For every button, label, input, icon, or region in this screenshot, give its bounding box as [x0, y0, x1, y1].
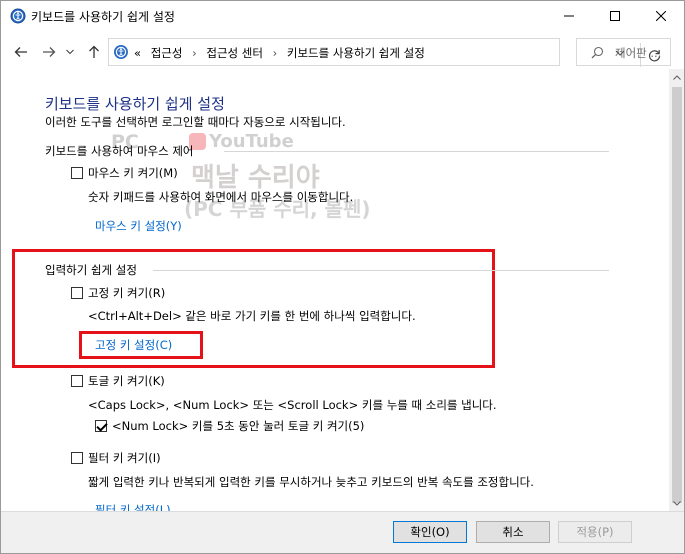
section-heading-mouse: 키보드를 사용하여 마우스 제어: [45, 144, 194, 158]
arrow-up-icon: [89, 45, 99, 58]
toggle-keys-checkbox[interactable]: [71, 375, 83, 387]
search-placeholder: 제어판 ...: [615, 46, 662, 60]
sticky-keys-settings-link[interactable]: 고정 키 설정(C): [95, 337, 172, 353]
arrow-left-icon: [14, 47, 27, 57]
chevron-down-icon: [66, 49, 74, 55]
back-button[interactable]: [10, 40, 32, 64]
apply-button[interactable]: 적용(P): [558, 521, 632, 543]
breadcrumb-overflow[interactable]: «: [134, 46, 141, 60]
mouse-keys-label[interactable]: 마우스 키 켜기(M): [88, 165, 178, 181]
ease-of-access-icon: [10, 8, 26, 24]
vertical-scrollbar[interactable]: [669, 69, 684, 511]
minimize-icon: [564, 15, 574, 17]
breadcrumb-item[interactable]: 접근성: [151, 46, 183, 60]
forward-button[interactable]: [38, 40, 60, 64]
num-lock-toggle-label[interactable]: <Num Lock> 키를 5초 동안 눌러 토글 키 켜기(5): [112, 418, 364, 434]
page-title: 키보드를 사용하기 쉽게 설정: [45, 95, 225, 113]
filter-keys-label[interactable]: 필터 키 켜기(I): [88, 450, 161, 466]
title-bar: 키보드를 사용하기 쉽게 설정: [1, 1, 684, 31]
filter-keys-settings-link[interactable]: 필터 키 설정(L): [95, 502, 171, 511]
breadcrumb: « 접근성 › 접근성 센터 › 키보드를 사용하기 쉽게 설정: [134, 45, 431, 61]
minimize-button[interactable]: [546, 1, 592, 31]
cancel-button[interactable]: 취소: [476, 521, 550, 543]
toggle-keys-label[interactable]: 토글 키 켜기(K): [88, 373, 165, 389]
recent-locations-button[interactable]: [63, 40, 77, 64]
filter-keys-description: 짧게 입력한 키나 반복되게 입력한 키를 무시하거나 늦추고 키보드의 반복 …: [88, 475, 534, 489]
scroll-up-button[interactable]: [669, 69, 684, 85]
toggle-keys-description: <Caps Lock>, <Num Lock> 또는 <Scroll Lock>…: [88, 398, 497, 412]
main-content: 키보드를 사용하기 쉽게 설정 이러한 도구를 선택하면 로그인할 때마다 자동…: [1, 81, 669, 511]
breadcrumb-item[interactable]: 접근성 센터: [206, 46, 263, 60]
search-icon: [591, 46, 604, 59]
maximize-icon: [610, 11, 620, 21]
filter-keys-checkbox[interactable]: [71, 452, 83, 464]
sticky-keys-label[interactable]: 고정 키 켜기(R): [88, 285, 165, 301]
sticky-keys-checkbox[interactable]: [71, 287, 83, 299]
address-bar[interactable]: « 접근성 › 접근성 센터 › 키보드를 사용하기 쉽게 설정: [108, 38, 660, 67]
navigation-bar: « 접근성 › 접근성 센터 › 키보드를 사용하기 쉽게 설정 제어판 ...: [1, 35, 684, 69]
close-icon: [656, 11, 666, 21]
breadcrumb-item[interactable]: 키보드를 사용하기 쉽게 설정: [287, 46, 425, 60]
chevron-right-icon[interactable]: ›: [192, 46, 197, 60]
section-heading-typing: 입력하기 쉽게 설정: [45, 263, 137, 277]
dialog-footer: 확인(O) 취소 적용(P): [1, 511, 684, 553]
window-title: 키보드를 사용하기 쉽게 설정: [31, 10, 175, 24]
section-divider: [224, 151, 609, 152]
watermark-youtube: YouTube: [209, 131, 294, 152]
up-button[interactable]: [83, 40, 105, 64]
section-divider: [153, 270, 609, 271]
mouse-keys-settings-link[interactable]: 마우스 키 설정(Y): [95, 218, 182, 234]
ok-button[interactable]: 확인(O): [393, 521, 467, 543]
mouse-keys-description: 숫자 키패드를 사용하여 화면에서 마우스를 이동합니다.: [88, 190, 354, 204]
maximize-button[interactable]: [592, 1, 638, 31]
mouse-keys-checkbox[interactable]: [71, 167, 83, 179]
chevron-up-icon: [673, 74, 681, 80]
sticky-keys-description: <Ctrl+Alt+Del> 같은 바로 가기 키를 한 번에 하나씩 입력합니…: [88, 309, 416, 323]
num-lock-toggle-checkbox[interactable]: [95, 420, 107, 432]
window: 키보드를 사용하기 쉽게 설정 « 접근성 › 접근성 센터 › 키보드를 사용…: [0, 0, 685, 554]
chevron-down-icon: [673, 500, 681, 506]
arrow-right-icon: [43, 47, 56, 57]
chevron-right-icon[interactable]: ›: [273, 46, 278, 60]
search-input[interactable]: 제어판 ...: [576, 38, 671, 66]
scroll-thumb[interactable]: [672, 87, 682, 503]
page-subtitle: 이러한 도구를 선택하면 로그인할 때마다 자동으로 시작됩니다.: [45, 115, 346, 129]
ease-of-access-icon: [114, 45, 128, 59]
close-button[interactable]: [638, 1, 684, 31]
scroll-down-button[interactable]: [669, 495, 684, 511]
